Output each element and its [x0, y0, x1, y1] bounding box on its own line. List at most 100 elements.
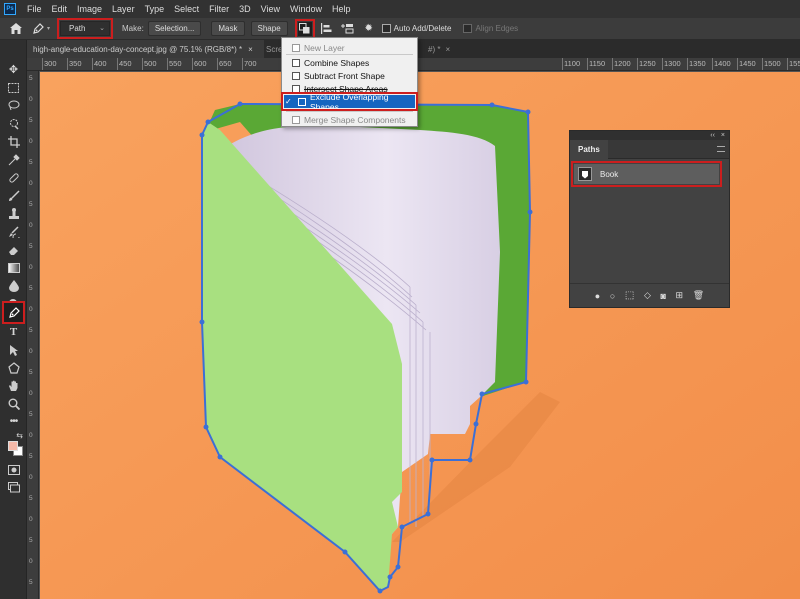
- tab-document-active[interactable]: high-angle-education-day-concept.jpg @ 7…: [27, 40, 264, 58]
- hand-tool-icon[interactable]: [4, 376, 23, 395]
- tools-panel: ✥ T ••• ⇆: [0, 40, 27, 599]
- menu-view[interactable]: View: [256, 4, 285, 14]
- menu-type[interactable]: Type: [140, 4, 170, 14]
- ruler-label: 0: [29, 306, 33, 313]
- path-selection-tool-icon[interactable]: [4, 340, 23, 359]
- custom-shape-tool-icon[interactable]: [4, 358, 23, 377]
- eyedropper-tool-icon[interactable]: [4, 150, 23, 169]
- ruler-label: 1400: [714, 59, 731, 68]
- checkmark-icon: ✓: [285, 97, 292, 106]
- eraser-tool-icon[interactable]: [4, 240, 23, 259]
- path-item-book[interactable]: Book: [571, 161, 722, 187]
- load-as-selection-icon[interactable]: ⬚: [625, 290, 634, 301]
- screen-mode-icon[interactable]: [4, 478, 23, 497]
- menu-bar: Ps File Edit Image Layer Type Select Fil…: [0, 0, 800, 18]
- ruler-tick: [217, 58, 218, 70]
- shape-button[interactable]: Shape: [250, 21, 288, 36]
- vertical-ruler[interactable]: 5 0 5 0 5 0 5 0 5 0 5 0 5 0 5 0 5 0 5 0 5 0 5 0 5: [27, 71, 39, 599]
- ruler-label: 1300: [664, 59, 681, 68]
- new-path-icon[interactable]: ⊞: [676, 290, 684, 301]
- mask-button[interactable]: Mask: [211, 21, 245, 36]
- menu-item-subtract-front-shape[interactable]: Subtract Front Shape: [282, 69, 417, 82]
- pen-icon[interactable]: [31, 22, 45, 36]
- tab-paths[interactable]: Paths: [570, 139, 608, 159]
- combine-shapes-icon: [292, 58, 300, 67]
- brush-tool-icon[interactable]: [4, 186, 23, 205]
- more-tools-icon[interactable]: •••: [4, 412, 23, 431]
- ruler-label: 5: [29, 75, 33, 82]
- intersect-shape-areas-icon: [292, 84, 300, 93]
- ruler-tick: [67, 58, 68, 70]
- fill-path-icon[interactable]: ●: [595, 291, 600, 301]
- tool-preset-chevron-icon[interactable]: ▾: [47, 25, 50, 32]
- menu-edit[interactable]: Edit: [47, 4, 73, 14]
- mode-select[interactable]: Path ⌄: [57, 18, 114, 39]
- foreground-color-swatch[interactable]: [8, 441, 18, 451]
- color-swatches: [8, 441, 24, 457]
- path-arrangement-icon[interactable]: [340, 22, 354, 36]
- menu-image[interactable]: Image: [72, 4, 107, 14]
- crop-tool-icon[interactable]: [4, 132, 23, 151]
- delete-path-icon[interactable]: 🗑: [693, 290, 704, 301]
- ruler-label: 1550: [789, 59, 800, 68]
- ruler-tick: [787, 58, 788, 70]
- pen-tool-icon[interactable]: [2, 301, 25, 324]
- menu-help[interactable]: Help: [327, 4, 356, 14]
- menu-file[interactable]: File: [22, 4, 47, 14]
- healing-brush-tool-icon[interactable]: [4, 168, 23, 187]
- close-icon[interactable]: ×: [721, 132, 725, 139]
- path-operations-icon[interactable]: [294, 18, 315, 39]
- home-icon[interactable]: [9, 22, 23, 36]
- gradient-tool-icon[interactable]: [4, 258, 23, 277]
- zoom-tool-icon[interactable]: [4, 394, 23, 413]
- ruler-label: 5: [29, 579, 33, 586]
- ruler-label: 5: [29, 453, 33, 460]
- menu-select[interactable]: Select: [169, 4, 204, 14]
- close-icon[interactable]: ×: [445, 45, 450, 54]
- blur-tool-icon[interactable]: [4, 276, 23, 295]
- menu-layer[interactable]: Layer: [107, 4, 140, 14]
- ruler-label: 0: [29, 432, 33, 439]
- menu-item-merge-shape-components[interactable]: Merge Shape Components: [282, 113, 417, 126]
- ruler-label: 5: [29, 117, 33, 124]
- ruler-tick: [637, 58, 638, 70]
- selection-button[interactable]: Selection...: [147, 21, 202, 36]
- add-mask-icon[interactable]: ◙: [660, 291, 665, 301]
- tab-document-screenshot[interactable]: Scre: [264, 40, 282, 58]
- clone-stamp-tool-icon[interactable]: [4, 204, 23, 223]
- close-icon[interactable]: ×: [248, 45, 253, 54]
- auto-add-delete-checkbox[interactable]: [381, 24, 391, 33]
- marquee-tool-icon[interactable]: [4, 78, 23, 97]
- quick-select-tool-icon[interactable]: [4, 114, 23, 133]
- menu-item-combine-shapes[interactable]: Combine Shapes: [282, 56, 417, 69]
- menu-window[interactable]: Window: [285, 4, 327, 14]
- menu-item-new-layer[interactable]: New Layer: [282, 41, 417, 54]
- ruler-tick: [42, 58, 43, 70]
- ruler-tick: [687, 58, 688, 70]
- ruler-label: 5: [29, 201, 33, 208]
- quick-mask-icon[interactable]: [4, 460, 23, 479]
- lasso-tool-icon[interactable]: [4, 96, 23, 115]
- make-work-path-icon[interactable]: ◇: [644, 290, 651, 301]
- menu-item-exclude-overlapping-shapes[interactable]: ✓ Exclude Overlapping Shapes: [281, 92, 418, 112]
- type-tool-icon[interactable]: T: [4, 322, 23, 341]
- ruler-tick: [142, 58, 143, 70]
- panel-menu-icon[interactable]: [717, 146, 725, 152]
- path-thumbnail: [578, 167, 592, 181]
- move-tool-icon[interactable]: ✥: [4, 60, 23, 79]
- gear-icon[interactable]: ✹: [362, 22, 376, 36]
- history-brush-tool-icon[interactable]: [4, 222, 23, 241]
- mode-select-value: Path: [69, 24, 86, 33]
- collapse-panel-icon[interactable]: ‹‹: [710, 132, 715, 139]
- ruler-tick: [242, 58, 243, 70]
- align-edges-checkbox[interactable]: [463, 24, 473, 33]
- stroke-path-icon[interactable]: ○: [610, 291, 615, 301]
- ruler-label: 0: [29, 558, 33, 565]
- menu-filter[interactable]: Filter: [204, 4, 234, 14]
- swap-colors-icon[interactable]: ⇆: [4, 430, 23, 440]
- menu-3d[interactable]: 3D: [234, 4, 256, 14]
- ruler-tick: [117, 58, 118, 70]
- path-alignment-icon[interactable]: [320, 22, 334, 36]
- tab-document-other[interactable]: #) * ×: [422, 40, 460, 58]
- ruler-label: 1100: [564, 59, 581, 68]
